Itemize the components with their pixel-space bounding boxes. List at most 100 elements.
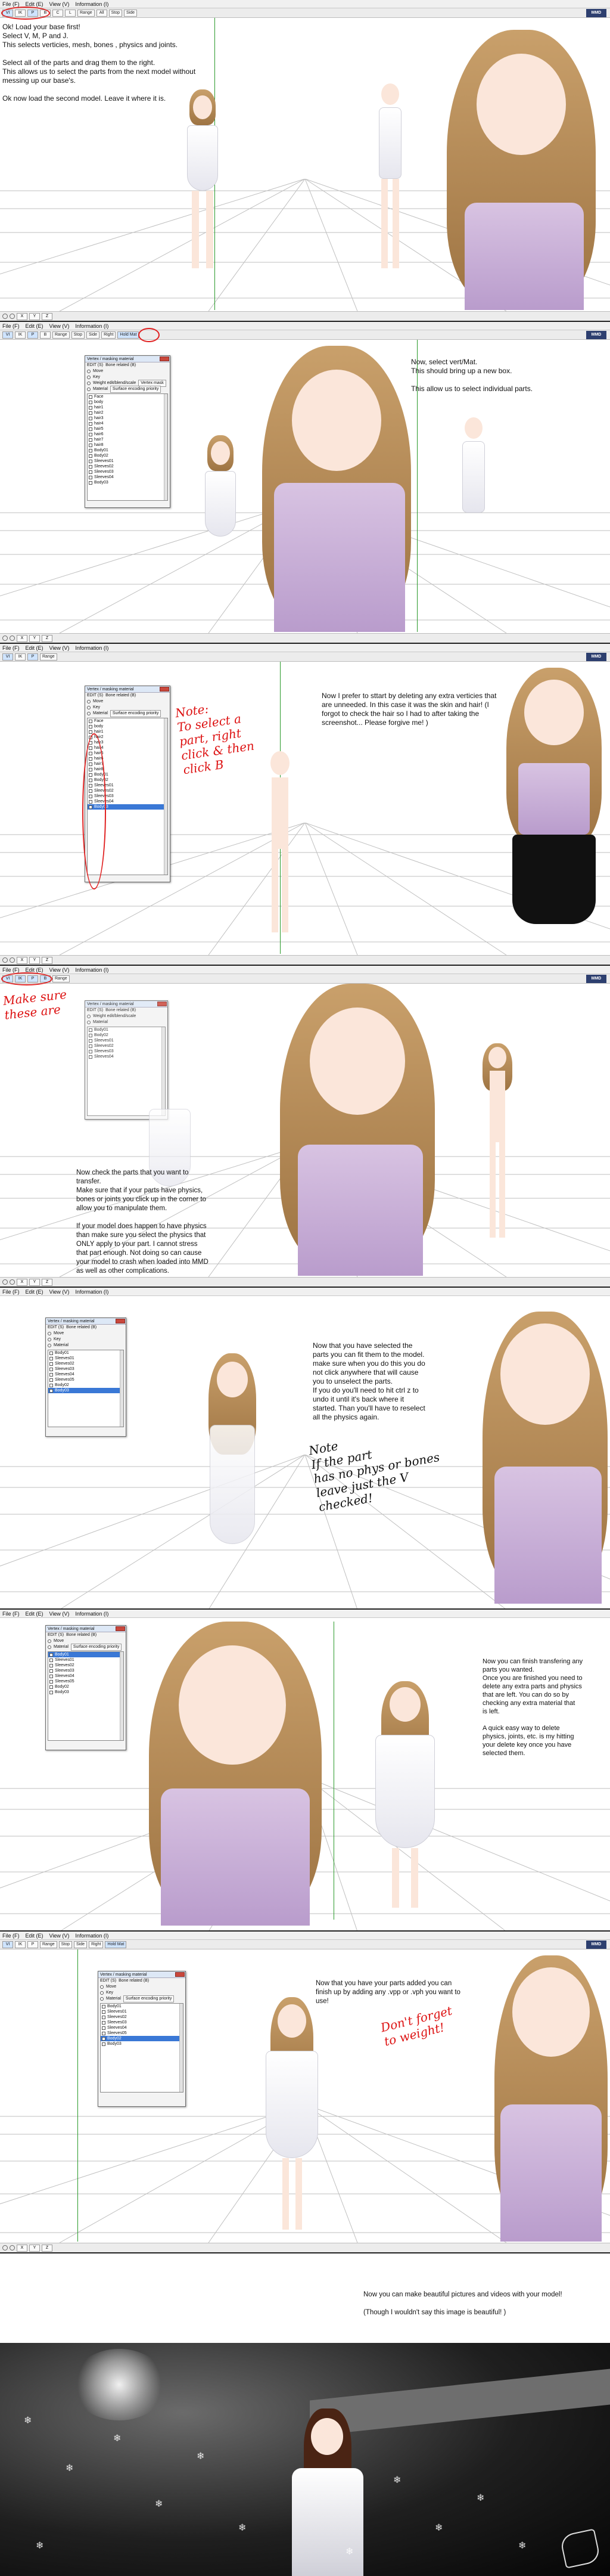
axis-z-button[interactable]: Z xyxy=(42,1278,52,1286)
material-radio[interactable] xyxy=(87,388,91,391)
ik-toggle[interactable]: IK xyxy=(15,653,26,661)
stop-button[interactable]: Stop xyxy=(108,9,123,17)
range-select[interactable]: Range xyxy=(40,1940,57,1948)
range-select[interactable]: Range xyxy=(40,653,57,661)
parts-list[interactable]: Body01 Sleeves01 Sleeves02 Sleeves03 Sle… xyxy=(48,1651,124,1741)
record-icon[interactable] xyxy=(10,1279,15,1285)
scrollbar[interactable] xyxy=(179,2004,183,2092)
menu-file[interactable]: File (F) xyxy=(2,1,20,7)
physics-toggle[interactable]: P xyxy=(27,653,38,661)
menu-file[interactable]: File (F) xyxy=(2,323,20,329)
menu-info[interactable]: Information (I) xyxy=(75,967,108,973)
surface-priority-button[interactable]: Surface encoding priority xyxy=(70,1644,122,1651)
vert-mat-button[interactable]: Hold Mat xyxy=(117,331,139,339)
menu-file[interactable]: File (F) xyxy=(2,645,20,651)
material-radio[interactable] xyxy=(48,1344,51,1347)
menu-view[interactable]: View (V) xyxy=(49,645,70,651)
vertex-toggle[interactable]: VI xyxy=(2,331,13,339)
move-radio[interactable] xyxy=(100,1985,104,1989)
material-radio[interactable] xyxy=(87,712,91,715)
weight-radio[interactable] xyxy=(87,382,91,385)
move-radio[interactable] xyxy=(48,1639,51,1643)
bone-toggle[interactable]: B xyxy=(40,331,51,339)
close-button[interactable] xyxy=(175,1972,185,1977)
material-radio[interactable] xyxy=(87,1021,91,1024)
light-toggle[interactable]: L xyxy=(65,9,76,17)
axis-x-button[interactable]: X xyxy=(17,2244,27,2252)
axis-z-button[interactable]: Z xyxy=(42,956,52,964)
menu-info[interactable]: Information (I) xyxy=(75,1289,108,1295)
axis-z-button[interactable]: Z xyxy=(42,312,52,320)
axis-y-button[interactable]: Y xyxy=(29,312,40,320)
menu-info[interactable]: Information (I) xyxy=(75,1,108,7)
axis-y-button[interactable]: Y xyxy=(29,956,40,964)
menu-view[interactable]: View (V) xyxy=(49,1289,70,1295)
play-icon[interactable] xyxy=(2,636,8,641)
move-radio[interactable] xyxy=(48,1332,51,1335)
record-icon[interactable] xyxy=(10,957,15,963)
physics-toggle[interactable]: P xyxy=(27,331,38,339)
close-button[interactable] xyxy=(160,687,169,692)
range-select[interactable]: Range xyxy=(52,975,70,982)
key-radio[interactable] xyxy=(87,706,91,709)
weight-radio[interactable] xyxy=(87,1015,91,1018)
axis-y-button[interactable]: Y xyxy=(29,2244,40,2252)
move-radio[interactable] xyxy=(87,370,91,373)
axis-x-button[interactable]: X xyxy=(17,634,27,642)
menu-edit[interactable]: Edit (E) xyxy=(26,1289,43,1295)
ik-toggle[interactable]: IK xyxy=(15,331,26,339)
menu-info[interactable]: Information (I) xyxy=(75,1611,108,1617)
parts-list[interactable]: Face body hair1 hair2 hair3 hair4 hair5 … xyxy=(87,393,168,501)
axis-y-button[interactable]: Y xyxy=(29,634,40,642)
menu-view[interactable]: View (V) xyxy=(49,967,70,973)
scrollbar[interactable] xyxy=(164,718,167,875)
menu-view[interactable]: View (V) xyxy=(49,323,70,329)
menu-file[interactable]: File (F) xyxy=(2,967,20,973)
close-button[interactable] xyxy=(160,357,169,361)
parts-list[interactable]: Body01 Sleeves01 Sleeves02 Sleeves03 Sle… xyxy=(48,1350,124,1427)
range-select[interactable]: Range xyxy=(77,9,95,17)
key-radio[interactable] xyxy=(48,1338,51,1341)
surface-priority-button[interactable]: Surface encoding priority xyxy=(110,710,161,717)
surface-priority-button[interactable]: Surface encoding priority xyxy=(123,1995,175,2002)
menu-edit[interactable]: Edit (E) xyxy=(26,1933,43,1939)
play-icon[interactable] xyxy=(2,2245,8,2250)
menu-edit[interactable]: Edit (E) xyxy=(26,1,43,7)
record-icon[interactable] xyxy=(10,2245,15,2250)
move-radio[interactable] xyxy=(87,700,91,703)
close-button[interactable] xyxy=(116,1626,125,1631)
menu-info[interactable]: Information (I) xyxy=(75,1933,108,1939)
material-radio[interactable] xyxy=(48,1645,51,1649)
play-icon[interactable] xyxy=(2,314,8,319)
ik-toggle[interactable]: IK xyxy=(15,1940,26,1948)
menu-view[interactable]: View (V) xyxy=(49,1,70,7)
stop-button[interactable]: Stop xyxy=(58,1940,73,1948)
key-radio[interactable] xyxy=(100,1991,104,1995)
side-view-button[interactable]: Side xyxy=(86,331,100,339)
right-view-button[interactable]: Right xyxy=(89,1940,104,1948)
axis-y-button[interactable]: Y xyxy=(29,1278,40,1286)
right-view-button[interactable]: Right xyxy=(101,331,116,339)
axis-x-button[interactable]: X xyxy=(17,312,27,320)
play-icon[interactable] xyxy=(2,1279,8,1285)
material-radio[interactable] xyxy=(100,1997,104,2001)
menu-file[interactable]: File (F) xyxy=(2,1611,20,1617)
parts-list[interactable]: Body01 Sleeves01 Sleeves02 Sleeves03 Sle… xyxy=(100,2003,183,2093)
menu-file[interactable]: File (F) xyxy=(2,1289,20,1295)
menu-edit[interactable]: Edit (E) xyxy=(26,645,43,651)
select-all-button[interactable]: All xyxy=(96,9,107,17)
physics-toggle[interactable]: P xyxy=(27,1940,38,1948)
menu-file[interactable]: File (F) xyxy=(2,1933,20,1939)
axis-x-button[interactable]: X xyxy=(17,956,27,964)
vertex-toggle[interactable]: VI xyxy=(2,653,13,661)
side-view-button[interactable]: Side xyxy=(74,1940,88,1948)
range-select[interactable]: Range xyxy=(52,331,70,339)
menu-edit[interactable]: Edit (E) xyxy=(26,967,43,973)
record-icon[interactable] xyxy=(10,314,15,319)
menu-info[interactable]: Information (I) xyxy=(75,323,108,329)
scrollbar[interactable] xyxy=(120,1652,123,1740)
vertex-toggle[interactable]: VI xyxy=(2,1940,13,1948)
surface-priority-button[interactable]: Surface encoding priority xyxy=(110,386,161,393)
scrollbar[interactable] xyxy=(164,394,167,500)
axis-x-button[interactable]: X xyxy=(17,1278,27,1286)
